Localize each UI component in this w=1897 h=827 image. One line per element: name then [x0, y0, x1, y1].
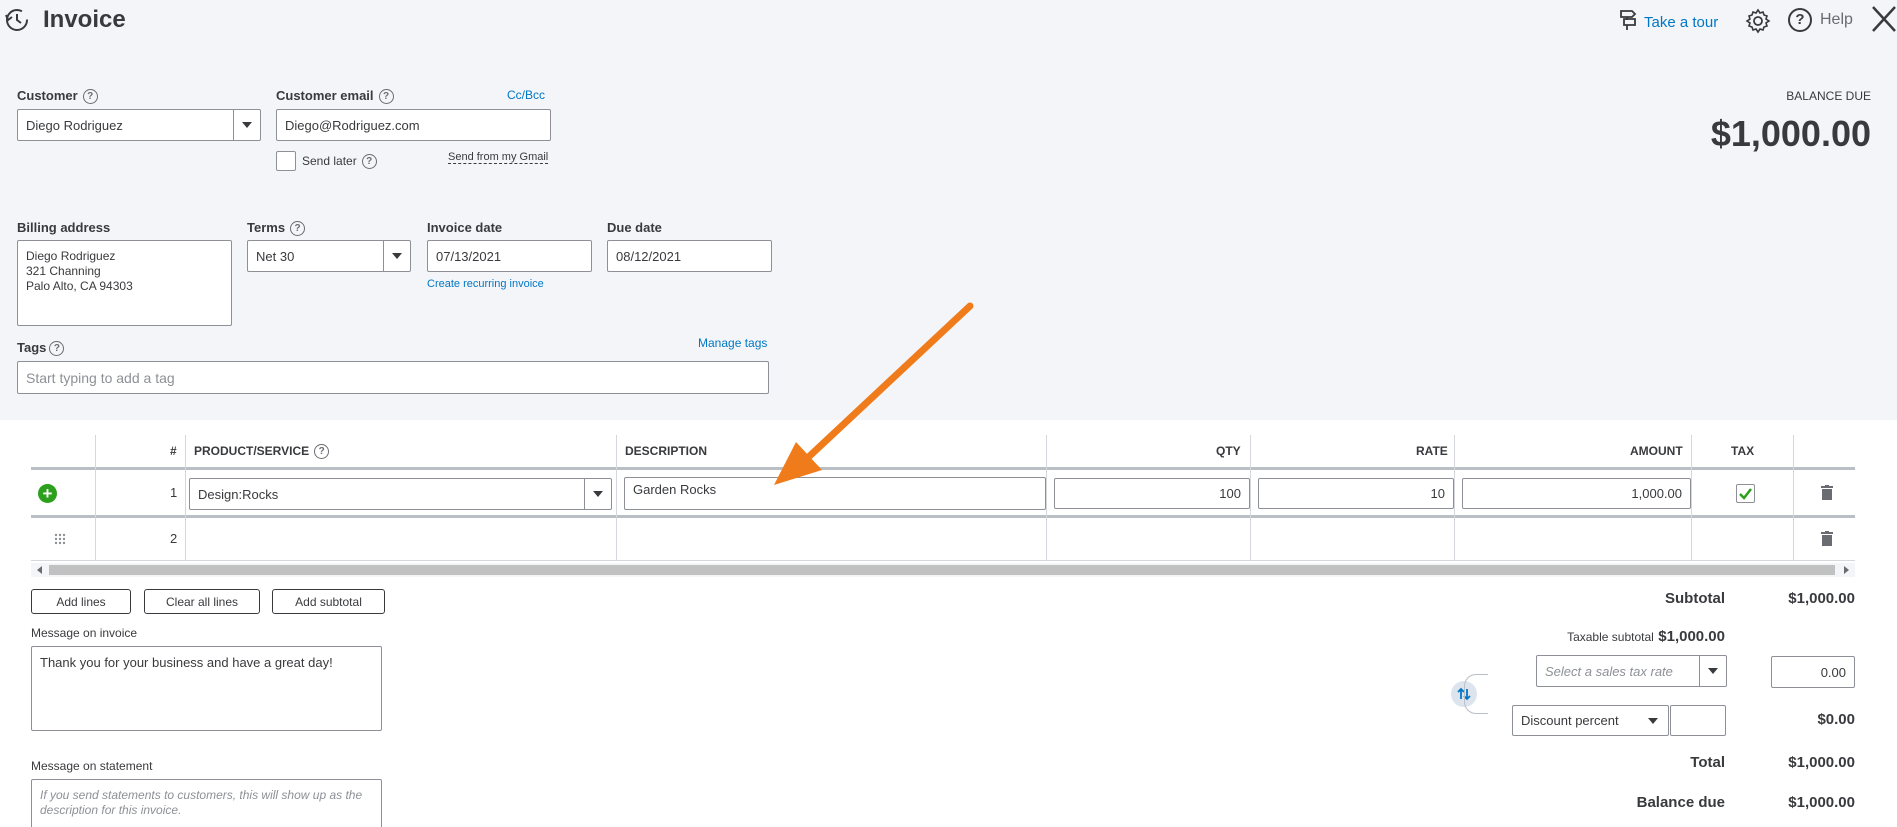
billing-address-textarea[interactable]: Diego Rodriguez 321 Channing Palo Alto, …	[17, 240, 232, 326]
tags-label: Tags?	[17, 340, 65, 357]
checkmark-icon	[1739, 488, 1752, 500]
send-later-label: Send later?	[302, 154, 377, 170]
page-title: Invoice	[43, 6, 126, 33]
cc-bcc-link[interactable]: Cc/Bcc	[507, 88, 545, 102]
help-circle-icon[interactable]: ?	[378, 89, 394, 105]
balance-due-amount: $1,000.00	[1710, 113, 1871, 154]
col-header-amount: AMOUNT	[1630, 444, 1683, 458]
qty-input[interactable]: 100	[1054, 478, 1250, 509]
product-select[interactable]: Design:Rocks	[189, 478, 612, 510]
col-header-rate: RATE	[1416, 444, 1448, 458]
tax-checkbox[interactable]	[1736, 484, 1755, 503]
gear-icon[interactable]	[1745, 8, 1771, 39]
help-circle-icon[interactable]: ?	[361, 154, 377, 170]
col-header-qty: QTY	[1216, 444, 1241, 458]
chevron-down-icon[interactable]	[233, 110, 260, 140]
help-circle-icon[interactable]: ?	[290, 221, 306, 237]
sales-tax-rate-select[interactable]: Select a sales tax rate	[1536, 655, 1727, 687]
table-row	[31, 518, 1855, 560]
history-icon[interactable]	[4, 7, 30, 33]
discount-amount: $0.00	[1817, 711, 1855, 728]
col-header-num: #	[170, 444, 177, 458]
rate-input[interactable]: 10	[1258, 478, 1454, 509]
total-value: $1,000.00	[1788, 754, 1855, 771]
message-statement-textarea[interactable]: If you send statements to customers, thi…	[31, 779, 382, 827]
customer-label: Customer?	[17, 88, 98, 105]
customer-email-label: Customer email?	[276, 88, 394, 105]
col-header-product: PRODUCT/SERVICE?	[194, 444, 330, 460]
row-number: 2	[170, 531, 178, 546]
close-icon[interactable]	[1870, 4, 1897, 39]
horizontal-scrollbar[interactable]	[31, 563, 1855, 577]
customer-email-input[interactable]: Diego@Rodriguez.com	[276, 109, 551, 141]
discount-value-input[interactable]	[1670, 705, 1726, 736]
subtotal-value: $1,000.00	[1788, 590, 1855, 607]
invoice-date-input[interactable]: 07/13/2021	[427, 240, 592, 272]
chevron-down-icon[interactable]	[584, 479, 611, 509]
tax-amount-input[interactable]: 0.00	[1771, 656, 1855, 688]
help-circle-icon[interactable]: ?	[314, 444, 330, 460]
message-invoice-textarea[interactable]: Thank you for your business and have a g…	[31, 646, 382, 731]
clear-all-lines-button[interactable]: Clear all lines	[144, 589, 260, 614]
create-recurring-link[interactable]: Create recurring invoice	[427, 278, 544, 290]
terms-select[interactable]: Net 30	[247, 240, 411, 272]
add-subtotal-button[interactable]: Add subtotal	[272, 589, 385, 614]
swap-bracket	[1464, 674, 1488, 714]
message-statement-label: Message on statement	[31, 759, 153, 773]
send-from-gmail-link[interactable]: Send from my Gmail	[448, 151, 549, 164]
balance-due-bottom-value: $1,000.00	[1788, 794, 1855, 811]
total-label: Total	[1690, 754, 1725, 771]
scrollbar-thumb[interactable]	[49, 565, 1835, 575]
amount-input[interactable]: 1,000.00	[1462, 478, 1691, 509]
help-button[interactable]: ? Help	[1788, 8, 1853, 32]
annotation-arrow	[774, 302, 974, 485]
add-lines-button[interactable]: Add lines	[31, 589, 131, 614]
trash-icon[interactable]	[1821, 485, 1833, 500]
tags-input[interactable]: Start typing to add a tag	[17, 361, 769, 394]
col-header-tax: TAX	[1731, 444, 1755, 458]
add-row-icon[interactable]: +	[38, 484, 57, 503]
discount-type-select[interactable]: Discount percent	[1512, 705, 1669, 736]
signpost-icon	[1618, 9, 1638, 36]
help-icon: ?	[1788, 8, 1812, 32]
scrollbar-left-arrow[interactable]	[37, 566, 42, 574]
subtotal-label: Subtotal	[1665, 590, 1725, 607]
chevron-down-icon[interactable]	[383, 241, 410, 271]
help-circle-icon[interactable]: ?	[49, 341, 65, 357]
message-invoice-label: Message on invoice	[31, 626, 138, 640]
col-header-description: DESCRIPTION	[625, 444, 708, 458]
row-2-bottom-border	[31, 560, 1855, 561]
billing-address-label: Billing address	[17, 220, 111, 235]
due-date-label: Due date	[607, 220, 662, 235]
row-number: 1	[170, 485, 178, 500]
send-later-checkbox[interactable]	[276, 151, 296, 171]
trash-icon[interactable]	[1821, 531, 1833, 546]
help-circle-icon[interactable]: ?	[82, 89, 98, 105]
due-date-input[interactable]: 08/12/2021	[607, 240, 772, 272]
drag-handle-icon[interactable]	[54, 532, 66, 550]
balance-due-bottom-label: Balance due	[1636, 794, 1725, 811]
balance-due-label: BALANCE DUE	[1786, 89, 1871, 103]
chevron-down-icon[interactable]	[1699, 656, 1726, 686]
take-tour-link[interactable]: Take a tour	[1618, 9, 1718, 36]
terms-label: Terms?	[247, 220, 306, 237]
scrollbar-right-arrow[interactable]	[1844, 566, 1849, 574]
taxable-subtotal: Taxable subtotal $1,000.00	[1567, 628, 1725, 645]
customer-select[interactable]: Diego Rodriguez	[17, 109, 261, 141]
invoice-date-label: Invoice date	[427, 220, 503, 235]
manage-tags-link[interactable]: Manage tags	[698, 336, 767, 350]
chevron-down-icon[interactable]	[1648, 718, 1658, 724]
